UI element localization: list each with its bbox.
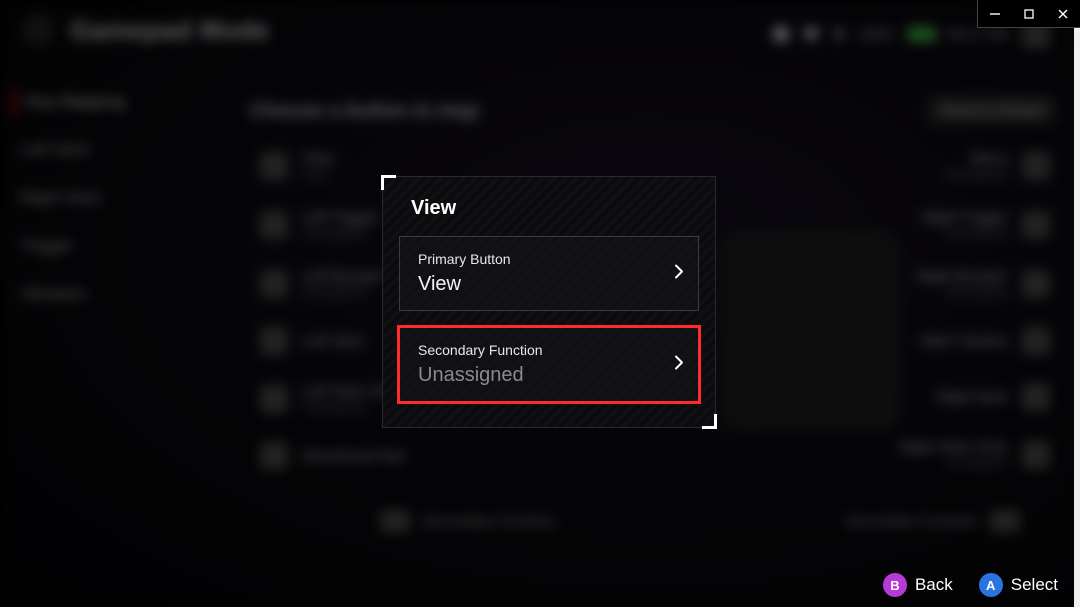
chevron-right-icon [674, 263, 684, 284]
view-mapping-dialog: View Primary Button View Secondary Funct… [382, 176, 716, 428]
option-value: Unassigned [418, 364, 652, 387]
dialog-title: View [411, 197, 701, 220]
maximize-button[interactable] [1012, 0, 1046, 28]
hint-label: Select [1011, 575, 1058, 595]
close-button[interactable] [1046, 0, 1080, 28]
hint-select: A Select [979, 573, 1058, 597]
option-caption: Primary Button [418, 251, 652, 267]
chevron-right-icon [674, 354, 684, 375]
hint-label: Back [915, 575, 953, 595]
a-button-icon: A [979, 573, 1003, 597]
window-titlebar [977, 0, 1080, 28]
scrollbar[interactable] [1074, 0, 1080, 607]
b-button-icon: B [883, 573, 907, 597]
primary-button-option[interactable]: Primary Button View [399, 236, 699, 311]
secondary-function-option[interactable]: Secondary Function Unassigned [399, 327, 699, 402]
option-caption: Secondary Function [418, 342, 652, 358]
hint-back: B Back [883, 573, 953, 597]
minimize-button[interactable] [978, 0, 1012, 28]
button-hints: B Back A Select [883, 573, 1058, 597]
option-value: View [418, 273, 652, 296]
